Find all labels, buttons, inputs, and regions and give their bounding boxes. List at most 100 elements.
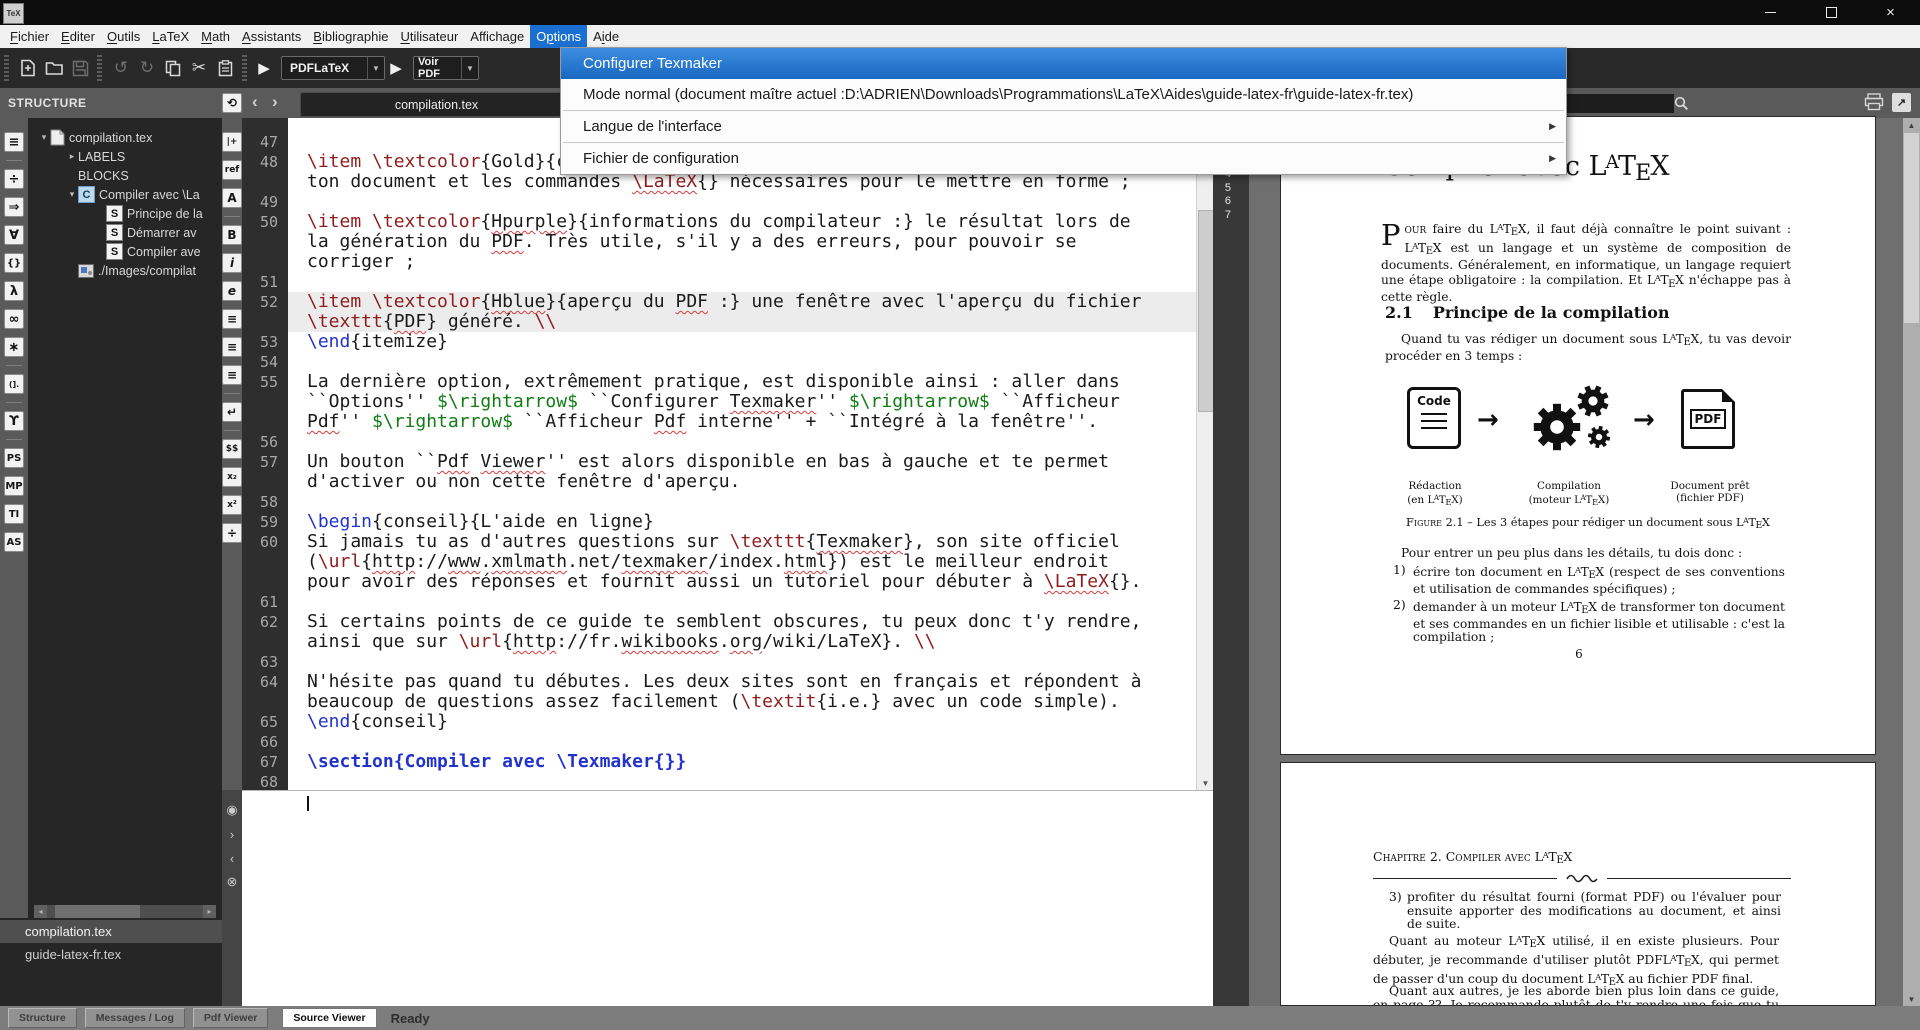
editor-tool-subscript-icon[interactable]: x₂ [222,467,242,487]
sidebar-tab-brackets-icon[interactable]: (]. [4,374,24,394]
save-button[interactable] [67,55,93,81]
editor-tool-superscript-icon[interactable]: x² [222,495,242,515]
scrollbar-thumb[interactable] [1904,133,1919,323]
sidebar-tab-tikz-icon[interactable]: TI [4,504,24,524]
menubar-item-editer[interactable]: Editer [55,25,101,48]
editor-tool-bold-icon[interactable]: B [222,225,242,245]
statusbar-pdf-viewer-button[interactable]: Pdf Viewer [193,1008,269,1028]
structure-item-principe-de-la[interactable]: SPrincipe de la [28,204,222,223]
scroll-right-icon[interactable]: ▸ [203,905,216,918]
code-area[interactable]: 4748\item \textcolor{Gold}{codton docume… [307,132,1196,790]
sidebar-tab-delimiters-icon[interactable]: {} [4,253,24,273]
structure-item-labels[interactable]: ▸LABELS [28,147,222,166]
statusbar-messages-log-button[interactable]: Messages / Log [85,1008,185,1028]
menubar-item-assistants[interactable]: Assistants [236,25,307,48]
log-stop-icon[interactable]: ⊗ [227,870,238,894]
structure-item-blocks[interactable]: BLOCKS [28,166,222,185]
run-compiler-button[interactable]: ▶ [253,59,275,77]
sidebar-tab-misc-math-icon[interactable]: ∞ [4,309,24,329]
run-view-button[interactable]: ▶ [385,59,407,77]
structure-item-d-marrer-av[interactable]: SDémarrer av [28,223,222,242]
editor-tool-font-size-icon[interactable]: A [222,188,242,208]
editor-vertical-scrollbar[interactable]: ▲ ▼ [1196,118,1213,790]
tree-expand-icon[interactable]: ▸ [66,151,78,162]
next-document-button[interactable]: › [272,92,278,112]
sidebar-tab-misc-symbols-icon[interactable]: ∗ [4,337,24,357]
refresh-structure-icon[interactable]: ⟲ [222,93,242,113]
menubar-item-math[interactable]: Math [195,25,236,48]
page-list-item-7[interactable]: 7 [1213,209,1231,221]
menubar-item-options[interactable]: Options [530,25,587,48]
menubar-item-outils[interactable]: Outils [101,25,146,48]
structure-item-compiler-ave[interactable]: SCompiler ave [28,242,222,261]
editor-tool-align-center-icon[interactable]: ≡ [222,337,242,357]
menu-item-langue[interactable]: Langue de l'interface▶ [561,111,1566,142]
menubar-item-fichier[interactable]: Fichier [4,25,55,48]
minimize-button[interactable] [1747,0,1794,25]
sidebar-tab-operators-icon[interactable]: ∀ [4,225,24,245]
open-file-compilation.tex[interactable]: compilation.tex [0,920,222,943]
editor-tool-math-mode-icon[interactable]: $$ [222,439,242,459]
page-list-item-6[interactable]: 6 [1213,195,1231,207]
sidebar-tab-arrows-icon[interactable]: ⇒ [4,197,24,217]
statusbar-structure-button[interactable]: Structure [8,1008,77,1028]
sidebar-tab-fractions-icon[interactable]: ÷ [4,169,24,189]
structure-item--images-compilat[interactable]: ./Images/compilat [28,261,222,280]
previous-document-button[interactable]: ‹ [252,92,258,112]
copy-button[interactable] [160,55,186,81]
structure-horizontal-scrollbar[interactable]: ◂ ▸ [34,905,216,918]
menubar-item-affichage[interactable]: Affichage [464,25,530,48]
menubar-item-utilisateur[interactable]: Utilisateur [394,25,464,48]
scroll-left-icon[interactable]: ◂ [34,905,47,918]
menubar-item-bibliographie[interactable]: Bibliographie [307,25,394,48]
editor-tool-reference-icon[interactable]: ref [222,160,242,180]
open-file-button[interactable] [41,55,67,81]
redo-button[interactable]: ↻ [134,55,160,81]
external-viewer-icon[interactable]: ↗ [1892,93,1911,112]
menu-item-mode[interactable]: Mode normal (document maître actuel :D:\… [561,79,1566,110]
view-select[interactable]: Voir PDF▼ [413,56,479,80]
undo-button[interactable]: ↺ [108,55,134,81]
tree-expand-icon[interactable]: ▾ [38,132,50,143]
search-icon[interactable] [1672,94,1690,112]
editor-tool-newline-icon[interactable]: ↵ [222,402,242,422]
sidebar-tab-greek-icon[interactable]: λ [4,281,24,301]
structure-item-compilation-tex[interactable]: ▾compilation.tex [28,128,222,147]
close-button[interactable]: × [1867,0,1914,25]
new-document-button[interactable] [15,55,41,81]
paste-button[interactable] [212,55,238,81]
print-icon[interactable] [1864,93,1884,116]
scroll-up-icon[interactable]: ▲ [1903,118,1920,132]
menu-item-fichier[interactable]: Fichier de configuration▶ [561,143,1566,174]
page-list-item-5[interactable]: 5 [1213,182,1231,194]
log-prev-error-icon[interactable]: ‹ [230,846,234,870]
open-file-tab-select[interactable]: compilation.tex▼ [300,92,592,117]
scrollbar-thumb[interactable] [55,905,140,918]
statusbar-source-viewer-button[interactable]: Source Viewer [282,1008,376,1028]
messages-log-area[interactable] [242,790,1213,1006]
maximize-button[interactable] [1808,0,1855,25]
editor-tool-insert-block-icon[interactable]: |+ [222,132,242,152]
menubar-item-aide[interactable]: Aide [587,25,625,48]
menu-item-configurer[interactable]: Configurer Texmaker [561,48,1566,79]
editor-tool-align-left-icon[interactable]: ≡ [222,309,242,329]
editor-tool-emphasis-icon[interactable]: e [222,281,242,301]
structure-item-compiler-avec-la[interactable]: ▾CCompiler avec \La [28,185,222,204]
menubar-item-latex[interactable]: LaTeX [146,25,195,48]
sidebar-tab-accents-icon[interactable]: ϒ [4,411,24,431]
editor-tool-italic-icon[interactable]: i [222,253,242,273]
cut-button[interactable]: ✂ [186,55,212,81]
scroll-down-icon[interactable]: ▼ [1197,776,1214,790]
scrollbar-thumb[interactable] [1198,210,1214,412]
editor-tool-align-right-icon[interactable]: ≡ [222,365,242,385]
editor-tool-fraction-icon[interactable]: ÷ [222,523,242,543]
sidebar-tab-structure-icon[interactable]: ≡ [4,132,24,152]
source-editor[interactable]: 4748\item \textcolor{Gold}{codton docume… [242,118,1196,790]
log-toggle-log-icon[interactable]: ◉ [226,798,237,822]
pdf-vertical-scrollbar[interactable]: ▲ ▼ [1903,118,1920,1006]
tree-expand-icon[interactable]: ▾ [66,189,78,200]
page-number-strip[interactable]: 4567 [1213,118,1249,1006]
compiler-select[interactable]: PDFLaTeX▼ [281,56,385,80]
sidebar-tab-asymptote-icon[interactable]: AS [4,532,24,552]
log-next-error-icon[interactable]: › [230,822,234,846]
